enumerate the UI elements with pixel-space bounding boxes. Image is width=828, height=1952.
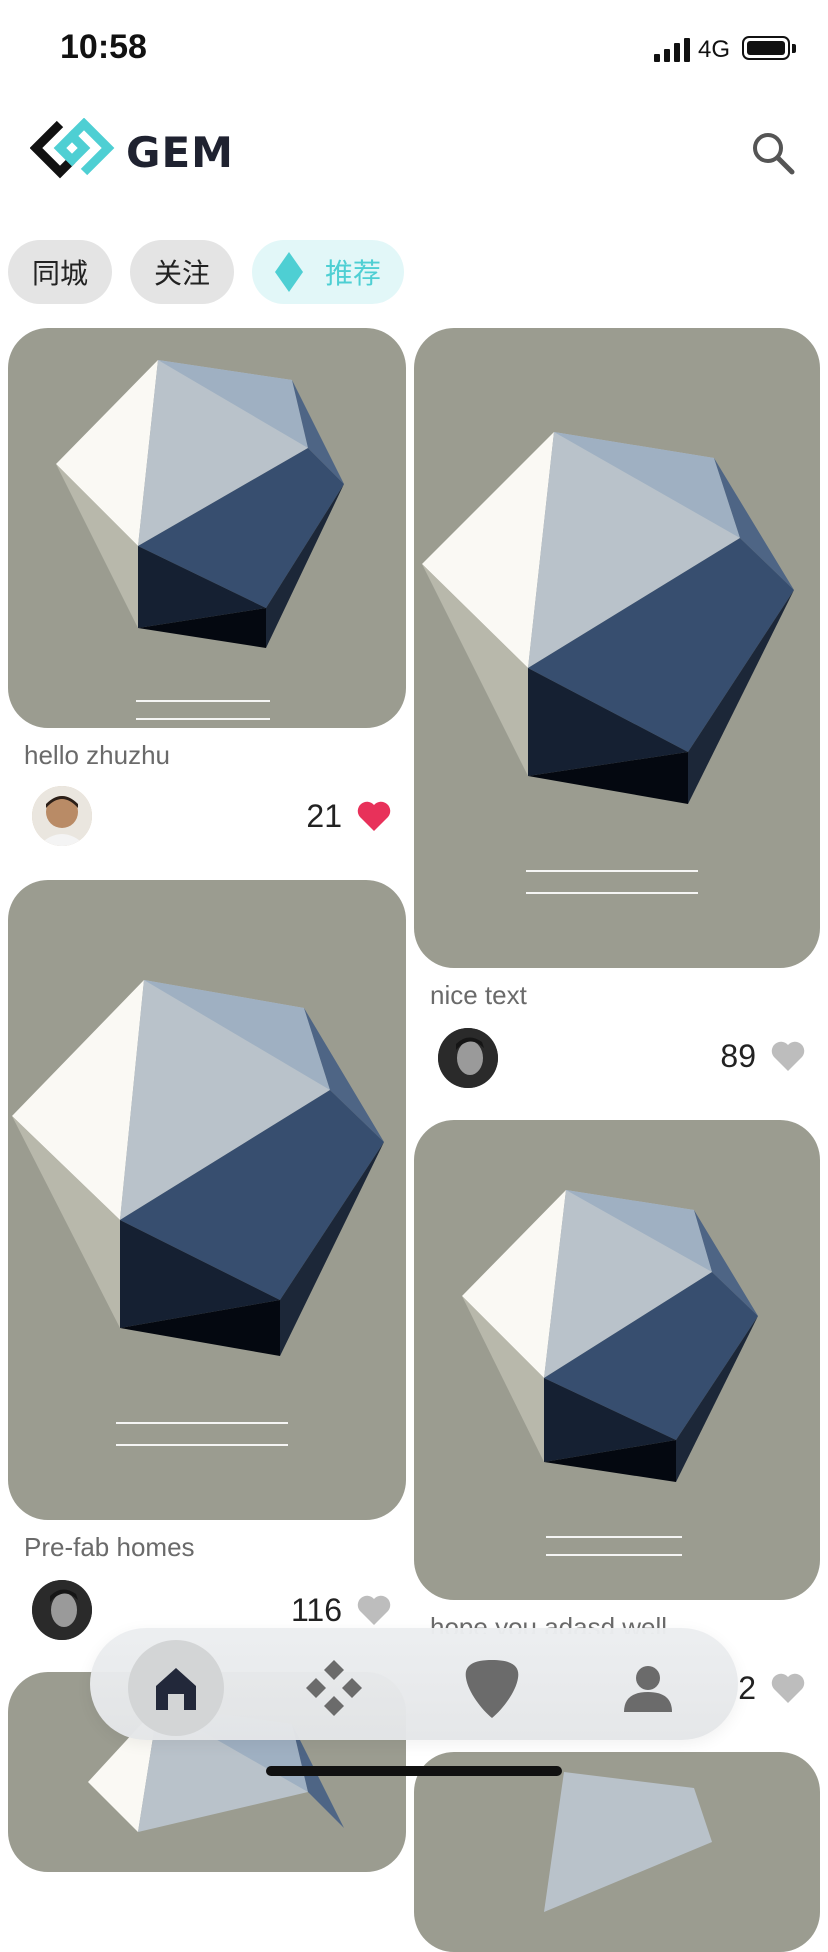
battery-icon <box>742 36 790 60</box>
post-title[interactable]: hello zhuzhu <box>24 740 170 771</box>
card-divider <box>546 1536 682 1538</box>
home-icon <box>156 1668 196 1710</box>
post-card-image[interactable] <box>8 328 406 728</box>
nav-profile[interactable] <box>600 1640 696 1736</box>
tab-label: 推荐 <box>324 258 381 289</box>
gem-illustration <box>544 1772 712 1912</box>
logo-text: GEM <box>126 128 234 177</box>
app-header: GEM <box>0 110 828 200</box>
heart-icon[interactable] <box>356 1594 392 1626</box>
post-title[interactable]: Pre-fab homes <box>24 1532 195 1563</box>
nav-discover[interactable] <box>286 1640 382 1736</box>
card-divider <box>136 718 270 720</box>
tab-label: 关注 <box>153 258 210 289</box>
card-divider <box>546 1554 682 1556</box>
heart-icon[interactable] <box>770 1040 806 1072</box>
status-time: 10:58 <box>60 28 147 66</box>
avatar[interactable] <box>32 1580 92 1640</box>
search-icon[interactable] <box>748 128 798 178</box>
signal-icon <box>654 38 690 62</box>
heart-icon[interactable] <box>356 800 392 832</box>
card-divider <box>526 870 698 872</box>
card-divider <box>116 1444 288 1446</box>
post-card-image[interactable] <box>414 1120 820 1600</box>
post-card-image[interactable] <box>8 880 406 1520</box>
gem-illustration <box>462 1190 758 1482</box>
gem-logo-icon <box>30 118 115 179</box>
grid-diamond-icon <box>306 1660 362 1716</box>
card-divider <box>116 1422 288 1424</box>
person-icon <box>624 1666 672 1712</box>
battery-tip <box>792 44 796 53</box>
tab-recommend[interactable]: 推荐 <box>252 240 404 304</box>
gem-illustration <box>422 432 794 804</box>
tab-local[interactable]: 同城 <box>8 240 112 304</box>
heart-icon[interactable] <box>770 1672 806 1704</box>
gem-illustration <box>56 360 344 648</box>
network-type: 4G <box>698 36 731 63</box>
like-count: 21 <box>306 798 342 834</box>
like-count: 116 <box>290 1592 342 1628</box>
post-title[interactable]: nice text <box>430 980 527 1011</box>
diamond-icon <box>274 252 303 292</box>
bottom-navigation <box>90 1628 738 1740</box>
guitar-pick-icon <box>465 1660 519 1718</box>
avatar[interactable] <box>32 786 92 846</box>
card-divider <box>136 700 270 702</box>
like-count: 89 <box>720 1038 756 1074</box>
post-card-image[interactable] <box>414 1752 820 1952</box>
status-bar: 10:58 4G <box>0 0 828 100</box>
home-indicator <box>266 1766 562 1776</box>
post-card-image[interactable] <box>414 328 820 968</box>
gem-illustration <box>12 980 384 1356</box>
card-divider <box>526 892 698 894</box>
nav-pick[interactable] <box>444 1640 540 1736</box>
tab-label: 同城 <box>31 258 88 289</box>
tab-following[interactable]: 关注 <box>130 240 234 304</box>
avatar[interactable] <box>438 1028 498 1088</box>
nav-home[interactable] <box>128 1640 224 1736</box>
